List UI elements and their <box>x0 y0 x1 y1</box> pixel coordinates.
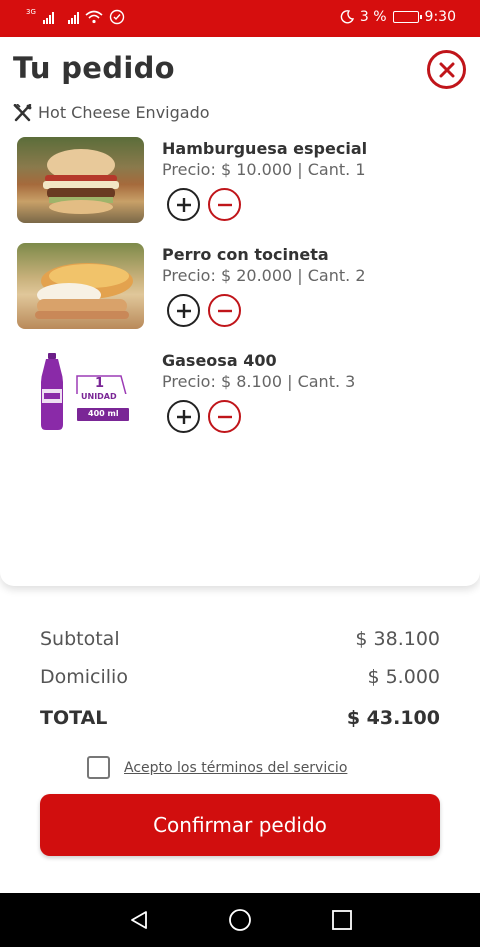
burger-image <box>17 137 144 223</box>
confirm-order-button[interactable]: Confirmar pedido <box>40 794 440 856</box>
minus-icon <box>217 415 232 418</box>
delivery-value: $ 5.000 <box>367 666 440 688</box>
terms-link[interactable]: Acepto los términos del servicio <box>124 760 347 776</box>
increase-quantity-button[interactable] <box>167 188 200 221</box>
soda-bottle-image: . 1 UNIDAD 400 ml <box>17 349 144 435</box>
utensils-icon <box>13 103 32 121</box>
recents-button[interactable] <box>328 906 356 934</box>
minus-icon <box>217 309 232 312</box>
minus-icon <box>217 203 232 206</box>
battery-percent: 3 % <box>359 9 387 25</box>
total-label: TOTAL <box>40 707 108 729</box>
close-icon <box>439 62 454 77</box>
back-triangle-icon <box>131 911 147 929</box>
wifi-icon <box>85 10 103 24</box>
status-left: 3G <box>26 9 125 25</box>
battery-icon <box>392 11 422 23</box>
terms-checkbox[interactable] <box>87 756 110 779</box>
sync-icon <box>109 9 125 25</box>
subtotal-label: Subtotal <box>40 628 120 650</box>
signal-icon <box>67 11 79 24</box>
plus-icon <box>176 409 191 424</box>
badge-qty: 1 <box>95 376 105 391</box>
increase-quantity-button[interactable] <box>167 400 200 433</box>
order-item: Perro con tocineta Precio: $ 20.000 | Ca… <box>0 243 480 343</box>
delivery-row: Domicilio $ 5.000 <box>40 666 440 688</box>
badge-unit: UNIDAD <box>81 392 117 401</box>
decrease-quantity-button[interactable] <box>208 188 241 221</box>
home-circle-icon <box>229 909 251 931</box>
system-nav-bar <box>0 893 480 947</box>
total-value: $ 43.100 <box>346 707 440 729</box>
restaurant-info: Hot Cheese Envigado <box>13 103 210 122</box>
back-button[interactable] <box>125 906 153 934</box>
home-button[interactable] <box>226 906 254 934</box>
increase-quantity-button[interactable] <box>167 294 200 327</box>
moon-icon <box>340 10 354 24</box>
page-title: Tu pedido <box>13 51 175 85</box>
decrease-quantity-button[interactable] <box>208 294 241 327</box>
restaurant-name: Hot Cheese Envigado <box>38 103 210 122</box>
order-card: Tu pedido Hot Cheese Envigado Hamburgues… <box>0 37 480 586</box>
item-name: Gaseosa 400 <box>162 351 277 370</box>
total-row: TOTAL $ 43.100 <box>40 707 440 729</box>
clock: 9:30 <box>424 9 456 25</box>
status-bar: 3G 3 % 9:30 <box>0 0 480 37</box>
hotdog-image <box>17 243 144 329</box>
network-type: 3G <box>26 8 36 16</box>
recents-square-icon <box>332 910 352 930</box>
close-button[interactable] <box>427 50 466 89</box>
item-price: Precio: $ 8.100 | Cant. 3 <box>162 372 356 391</box>
plus-icon <box>176 197 191 212</box>
order-item: Hamburguesa especial Precio: $ 10.000 | … <box>0 137 480 237</box>
subtotal-row: Subtotal $ 38.100 <box>40 628 440 650</box>
item-price: Precio: $ 10.000 | Cant. 1 <box>162 160 366 179</box>
decrease-quantity-button[interactable] <box>208 400 241 433</box>
item-price: Precio: $ 20.000 | Cant. 2 <box>162 266 366 285</box>
item-name: Hamburguesa especial <box>162 139 368 158</box>
delivery-label: Domicilio <box>40 666 128 688</box>
item-name: Perro con tocineta <box>162 245 329 264</box>
plus-icon <box>176 303 191 318</box>
signal-icon <box>42 11 54 24</box>
order-item: . 1 UNIDAD 400 ml Gaseosa 400 Precio: $ … <box>0 349 480 449</box>
status-right: 3 % 9:30 <box>340 9 456 25</box>
terms-row: Acepto los términos del servicio <box>87 756 347 779</box>
subtotal-value: $ 38.100 <box>355 628 440 650</box>
badge-volume: 400 ml <box>88 409 119 418</box>
